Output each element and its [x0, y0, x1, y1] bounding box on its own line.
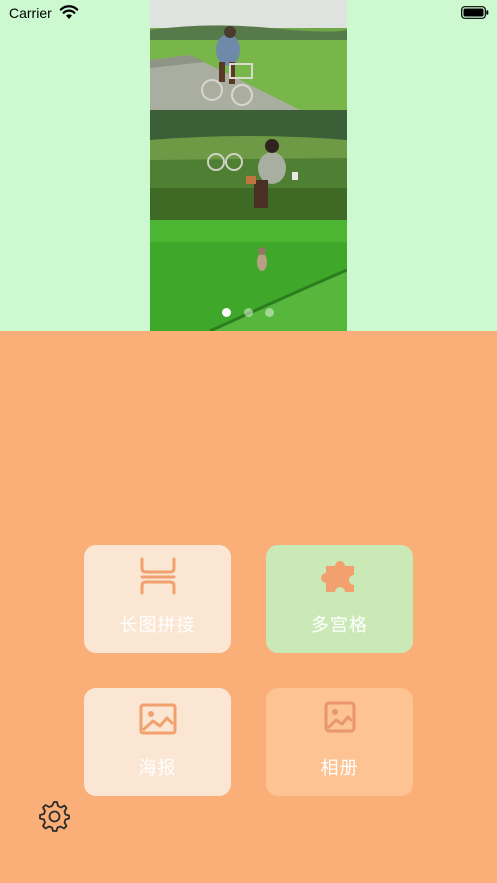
multi-grid-button[interactable]: 多宫格	[266, 545, 413, 653]
carousel-photo-seated-person	[150, 110, 347, 220]
poster-button[interactable]: 海报	[84, 688, 231, 796]
carousel-photo-cyclist	[150, 0, 347, 110]
page-dot[interactable]	[244, 308, 253, 317]
poster-image-icon	[139, 703, 176, 735]
long-image-stitch-label: 长图拼接	[119, 615, 196, 635]
poster-label: 海报	[138, 758, 177, 778]
gear-icon[interactable]	[38, 800, 70, 832]
photo-album-label: 相册	[320, 758, 359, 778]
battery-icon	[461, 6, 489, 19]
page-dot[interactable]	[222, 308, 231, 317]
long-image-stitch-icon	[140, 557, 175, 595]
puzzle-icon	[320, 561, 354, 592]
page-dot[interactable]	[265, 308, 274, 317]
top-banner-area: Carrier 1:51 AM	[0, 0, 497, 331]
photo-album-icon	[324, 701, 355, 733]
multi-grid-label: 多宫格	[311, 615, 368, 635]
image-carousel[interactable]	[150, 0, 347, 331]
long-image-stitch-button[interactable]: 长图拼接	[84, 545, 231, 653]
photo-album-button[interactable]: 相册	[266, 688, 413, 796]
carousel-page-indicator[interactable]	[222, 308, 282, 318]
